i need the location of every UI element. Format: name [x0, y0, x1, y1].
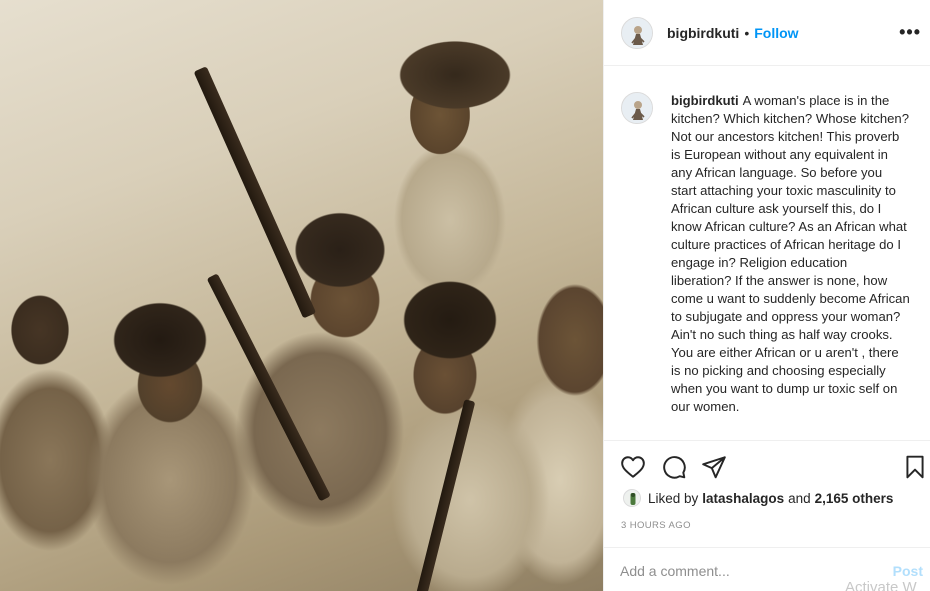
caption-text: bigbirdkuti A woman's place is in the kit…	[671, 92, 911, 439]
actions-section: Liked by latashalagos and 2,165 others 3…	[604, 440, 930, 591]
post-header: bigbirdkuti • Follow •••	[604, 0, 930, 66]
caption-body: A woman's place is in the kitchen? Which…	[671, 93, 910, 414]
heart-icon[interactable]	[620, 454, 648, 482]
instagram-post: bigbirdkuti • Follow ••• bigbirdkuti A wo…	[0, 0, 930, 591]
comment-input[interactable]	[620, 560, 870, 582]
liked-by-prefix: Liked by	[648, 490, 699, 506]
comment-bubble-icon[interactable]	[661, 454, 689, 482]
paper-plane-icon[interactable]	[701, 454, 729, 482]
caption-username[interactable]: bigbirdkuti	[671, 93, 739, 108]
username[interactable]: bigbirdkuti	[667, 25, 739, 41]
liker-avatar[interactable]	[623, 489, 641, 507]
activate-windows-watermark: Activate W	[845, 580, 917, 591]
bookmark-icon[interactable]	[902, 454, 930, 482]
action-icons-row	[620, 454, 925, 482]
liker-username[interactable]: latashalagos	[702, 491, 784, 506]
avatar[interactable]	[621, 92, 653, 124]
rifle-shape	[416, 399, 476, 591]
caption-area: bigbirdkuti A woman's place is in the kit…	[604, 67, 930, 439]
more-horizontal-icon[interactable]: •••	[899, 22, 921, 43]
avatar[interactable]	[621, 16, 653, 49]
likes-others-link[interactable]: 2,165 others	[815, 491, 894, 506]
liked-by-conjunction: and	[788, 490, 811, 506]
post-sidebar: bigbirdkuti • Follow ••• bigbirdkuti A wo…	[603, 0, 930, 591]
likes-summary: Liked by latashalagos and 2,165 others	[623, 489, 897, 507]
post-timestamp[interactable]: 3 HOURS AGO	[621, 520, 691, 531]
follow-button[interactable]: Follow	[754, 25, 798, 41]
post-photo[interactable]	[0, 0, 603, 591]
post-comment-button[interactable]: Post	[893, 563, 923, 579]
separator-dot: •	[744, 24, 750, 41]
